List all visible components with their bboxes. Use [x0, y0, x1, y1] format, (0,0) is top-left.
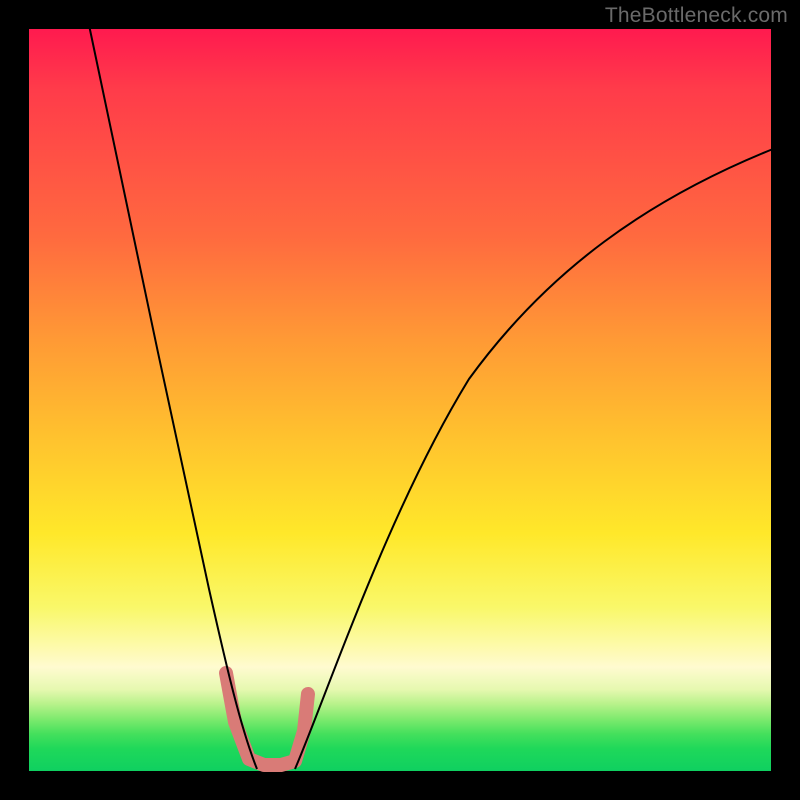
chart-frame: TheBottleneck.com [0, 0, 800, 800]
watermark-text: TheBottleneck.com [605, 4, 788, 28]
optimal-zone-marker [226, 673, 308, 765]
curve-right-branch [295, 149, 773, 769]
curve-left-branch [89, 25, 257, 769]
plot-area [29, 29, 771, 771]
curve-layer [29, 29, 771, 771]
